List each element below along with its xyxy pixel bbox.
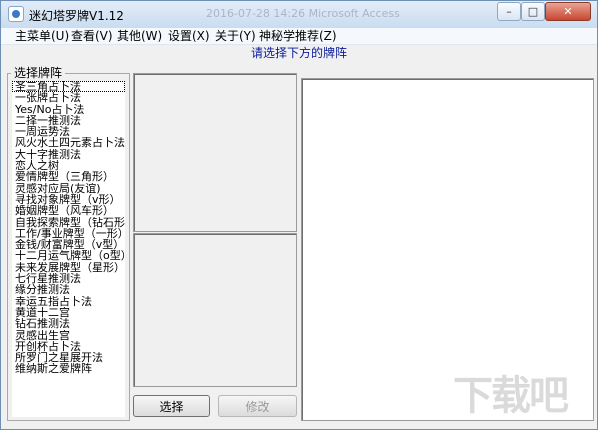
list-item[interactable]: 一张牌占卜法 <box>12 92 125 103</box>
list-item[interactable]: 缘分推测法 <box>12 284 125 295</box>
list-item[interactable]: 大十字推测法 <box>12 149 125 160</box>
card-detail-panel <box>133 233 297 387</box>
instruction-text: 请选择下方的牌阵 <box>250 46 347 60</box>
menu-main[interactable]: 主菜单(U) <box>13 28 71 44</box>
select-button[interactable]: 选择 <box>133 395 210 417</box>
list-item[interactable]: 灵感对应局(友谊) <box>12 183 125 194</box>
list-item[interactable]: 所罗门之星展开法 <box>12 352 125 363</box>
list-item[interactable]: 幸运五指占卜法 <box>12 296 125 307</box>
maximize-icon[interactable]: □ <box>521 2 545 21</box>
list-item[interactable]: 十二月运气牌型（o型） <box>12 250 125 261</box>
close-icon[interactable]: ✕ <box>545 2 591 21</box>
app-window: 迷幻塔罗牌V1.12 2016-07-28 14:26 Microsoft Ac… <box>0 0 598 430</box>
list-item[interactable]: 黄道十二宫 <box>12 307 125 318</box>
list-item[interactable]: 一周运势法 <box>12 126 125 137</box>
window-title: 迷幻塔罗牌V1.12 <box>29 9 124 23</box>
app-icon <box>8 6 24 22</box>
title-bar[interactable]: 迷幻塔罗牌V1.12 2016-07-28 14:26 Microsoft Ac… <box>1 1 597 28</box>
list-item[interactable]: 爱情牌型（三角形） <box>12 171 125 182</box>
watermark-logo: 下载吧 <box>453 373 569 419</box>
list-item[interactable]: 七行星推测法 <box>12 273 125 284</box>
menu-bar: 主菜单(U) 查看(V) 其他(W) 设置(X) 关于(Y) 神秘学推荐(Z) <box>1 28 597 45</box>
list-item[interactable]: 二择一推测法 <box>12 115 125 126</box>
spread-group-label: 选择牌阵 <box>11 66 66 80</box>
list-item[interactable]: 圣三角占卜法 <box>12 81 125 93</box>
list-item[interactable]: Yes/No占卜法 <box>12 104 125 115</box>
menu-about[interactable]: 关于(Y) <box>213 28 258 44</box>
menu-settings[interactable]: 设置(X) <box>166 28 212 44</box>
menu-other[interactable]: 其他(W) <box>115 28 164 44</box>
list-item[interactable]: 未来发展牌型（星形） <box>12 262 125 273</box>
background-window-text: 2016-07-28 14:26 Microsoft Access <box>206 7 400 20</box>
menu-occult-recommend[interactable]: 神秘学推荐(Z) <box>257 28 339 44</box>
list-item[interactable]: 灵感出生宫 <box>12 330 125 341</box>
spread-preview-panel <box>133 73 297 232</box>
list-item[interactable]: 开创杯占卜法 <box>12 341 125 352</box>
list-item[interactable]: 寻找对象牌型（v形） <box>12 194 125 205</box>
list-item[interactable]: 自我探索牌型（钻石形） <box>12 217 125 228</box>
list-item[interactable]: 风火水土四元素占卜法 <box>12 137 125 148</box>
list-item[interactable]: 婚姻牌型（风车形） <box>12 205 125 216</box>
modify-button[interactable]: 修改 <box>218 395 297 417</box>
list-item[interactable]: 钻石推测法 <box>12 318 125 329</box>
list-item[interactable]: 工作/事业牌型（一形） <box>12 228 125 239</box>
list-item[interactable]: 金钱/财富牌型（v型） <box>12 239 125 250</box>
list-item[interactable]: 恋人之树 <box>12 160 125 171</box>
minimize-icon[interactable]: – <box>497 2 521 21</box>
spread-list[interactable]: 圣三角占卜法 一张牌占卜法 Yes/No占卜法 二择一推测法 一周运势法 风火水… <box>12 81 125 417</box>
list-item[interactable]: 维纳斯之爱牌阵 <box>12 363 125 374</box>
menu-view[interactable]: 查看(V) <box>69 28 115 44</box>
